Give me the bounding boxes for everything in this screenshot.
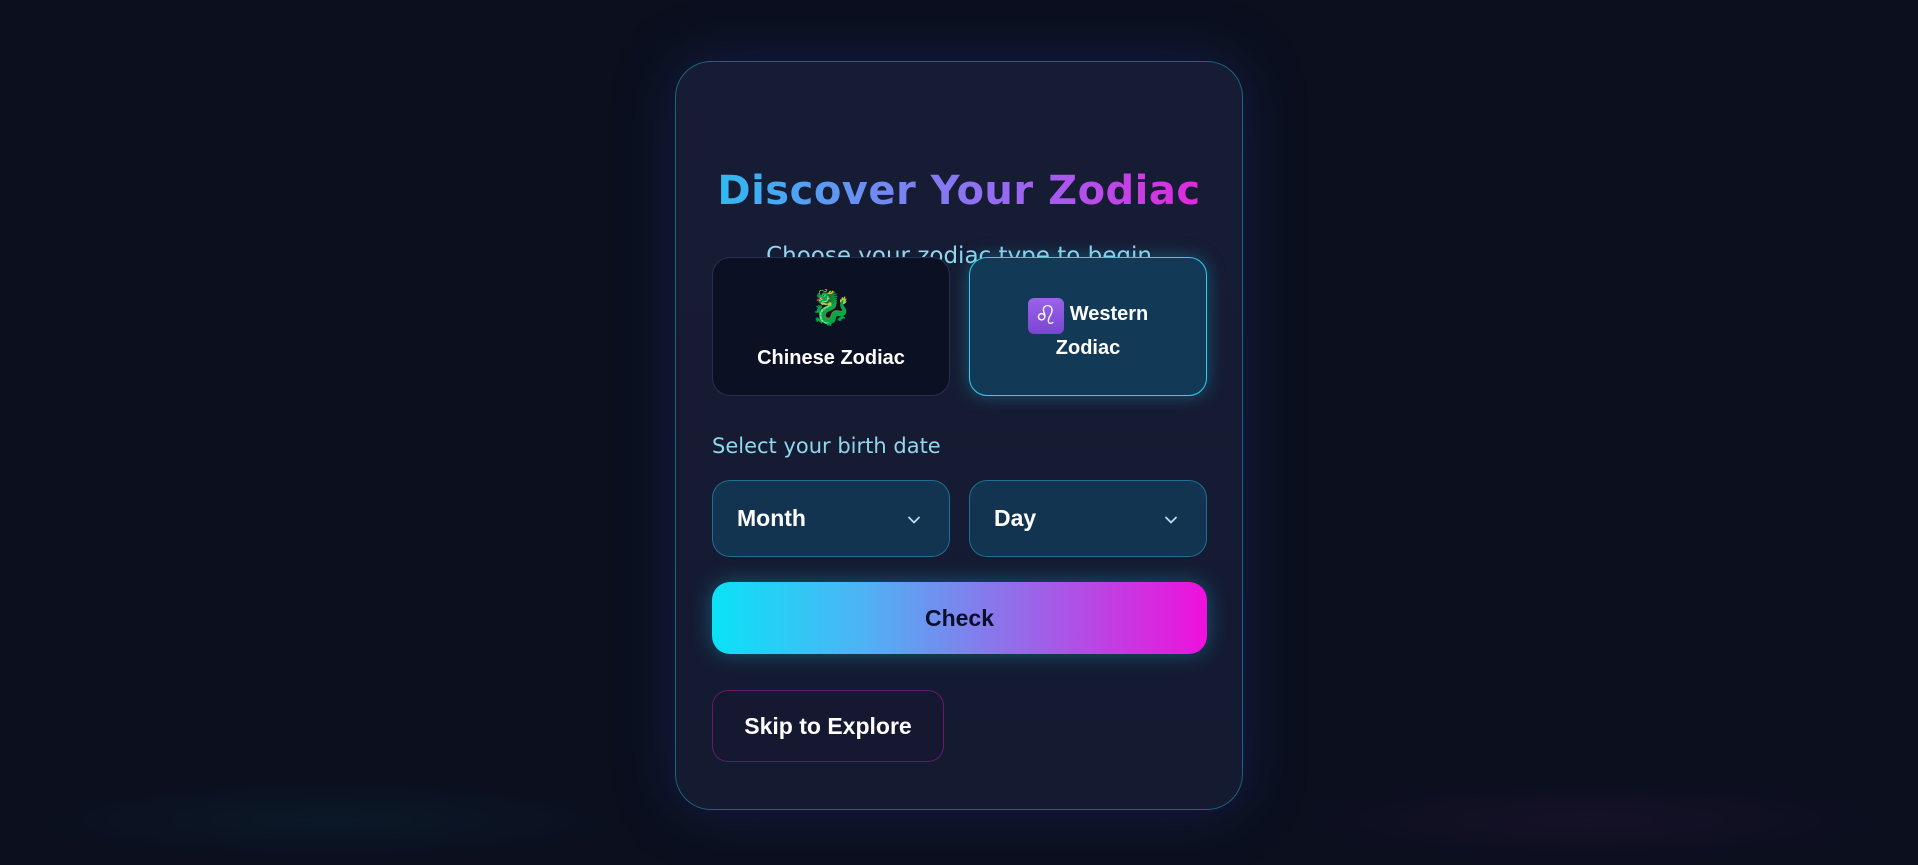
chevron-down-icon [908, 516, 920, 524]
background-glow-right [1290, 780, 1890, 860]
western-zodiac-label-line2: Zodiac [1055, 337, 1121, 359]
skip-button-label: Skip to Explore [744, 713, 912, 739]
birth-date-label: Select your birth date [712, 434, 941, 458]
zodiac-card: Discover Your Zodiac Choose your zodiac … [675, 61, 1243, 810]
chinese-zodiac-button[interactable]: 🐉 Chinese Zodiac [712, 257, 950, 396]
chevron-down-icon [1165, 516, 1177, 524]
western-zodiac-label-line1: Western [1069, 303, 1149, 325]
month-select-value: Month [737, 505, 806, 531]
chinese-zodiac-label: Chinese Zodiac [757, 347, 905, 369]
leo-icon: ♌ [1027, 298, 1064, 334]
skip-to-explore-button[interactable]: Skip to Explore [712, 690, 944, 762]
check-button-label: Check [924, 605, 995, 631]
western-zodiac-content: ♌ Western Zodiac [970, 298, 1206, 363]
day-select-value: Day [994, 505, 1037, 531]
month-select[interactable]: Month [712, 480, 950, 557]
check-button[interactable]: Check [712, 582, 1207, 654]
page-title: Discover Your Zodiac [676, 168, 1242, 214]
western-zodiac-button[interactable]: ♌ Western Zodiac [969, 257, 1207, 396]
dragon-icon: 🐉 [809, 288, 853, 328]
day-select[interactable]: Day [969, 480, 1207, 557]
background-glow-left [30, 780, 630, 860]
